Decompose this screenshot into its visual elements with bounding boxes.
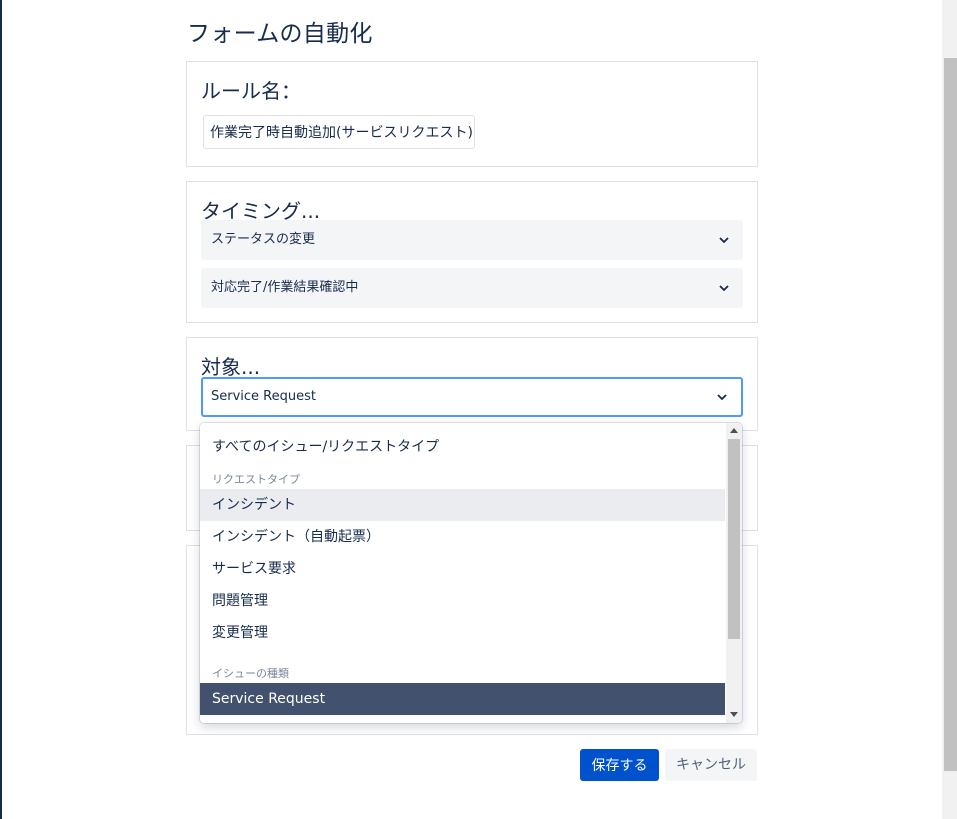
timing-card: タイミング... ステータスの変更 対応完了/作業結果確認中 bbox=[186, 181, 758, 323]
status-select[interactable]: 対応完了/作業結果確認中 bbox=[201, 268, 743, 308]
dropdown-group-issue-types: イシューの種類 bbox=[212, 667, 289, 680]
dropdown-group-request-types: リクエストタイプ bbox=[212, 473, 300, 486]
rule-name-label: ルール名： bbox=[201, 79, 301, 103]
page-scrollbar-thumb[interactable] bbox=[944, 58, 957, 771]
page-title: フォームの自動化 bbox=[187, 21, 373, 47]
target-label: 対象... bbox=[201, 355, 261, 379]
status-select-value: 対応完了/作業結果確認中 bbox=[211, 280, 359, 295]
dropdown-option[interactable]: インシデント（自動起票） bbox=[200, 521, 725, 553]
dropdown-option[interactable]: インシデント bbox=[200, 489, 725, 521]
save-button[interactable]: 保存する bbox=[580, 749, 659, 781]
target-select[interactable]: Service Request bbox=[201, 377, 743, 417]
dropdown-option[interactable]: 問題管理 bbox=[200, 585, 725, 617]
dropdown-option-selected[interactable]: Service Request bbox=[200, 683, 725, 715]
chevron-down-icon bbox=[719, 268, 729, 308]
rule-name-card: ルール名： 作業完了時自動追加(サービスリクエスト) bbox=[186, 61, 758, 167]
target-select-value: Service Request bbox=[211, 389, 316, 404]
scroll-up-arrow-icon[interactable] bbox=[730, 428, 738, 433]
target-dropdown-menu[interactable]: すべてのイシュー/リクエストタイプ リクエストタイプ インシデント インシデント… bbox=[200, 423, 742, 723]
chevron-down-icon bbox=[717, 379, 727, 415]
rule-name-input[interactable]: 作業完了時自動追加(サービスリクエスト) bbox=[203, 115, 475, 149]
cancel-button[interactable]: キャンセル bbox=[665, 749, 757, 781]
target-card: 対象... Service Request bbox=[186, 337, 758, 431]
dropdown-scrollbar-thumb[interactable] bbox=[728, 439, 740, 639]
dropdown-option-all[interactable]: すべてのイシュー/リクエストタイプ bbox=[200, 431, 725, 463]
dropdown-option[interactable]: 変更管理 bbox=[200, 617, 725, 649]
chevron-down-icon bbox=[719, 220, 729, 260]
trigger-select-value: ステータスの変更 bbox=[211, 232, 316, 247]
scroll-down-arrow-icon[interactable] bbox=[730, 712, 738, 717]
trigger-select[interactable]: ステータスの変更 bbox=[201, 220, 743, 260]
dropdown-option[interactable]: サービス要求 bbox=[200, 553, 725, 585]
left-edge-border bbox=[0, 0, 2, 819]
